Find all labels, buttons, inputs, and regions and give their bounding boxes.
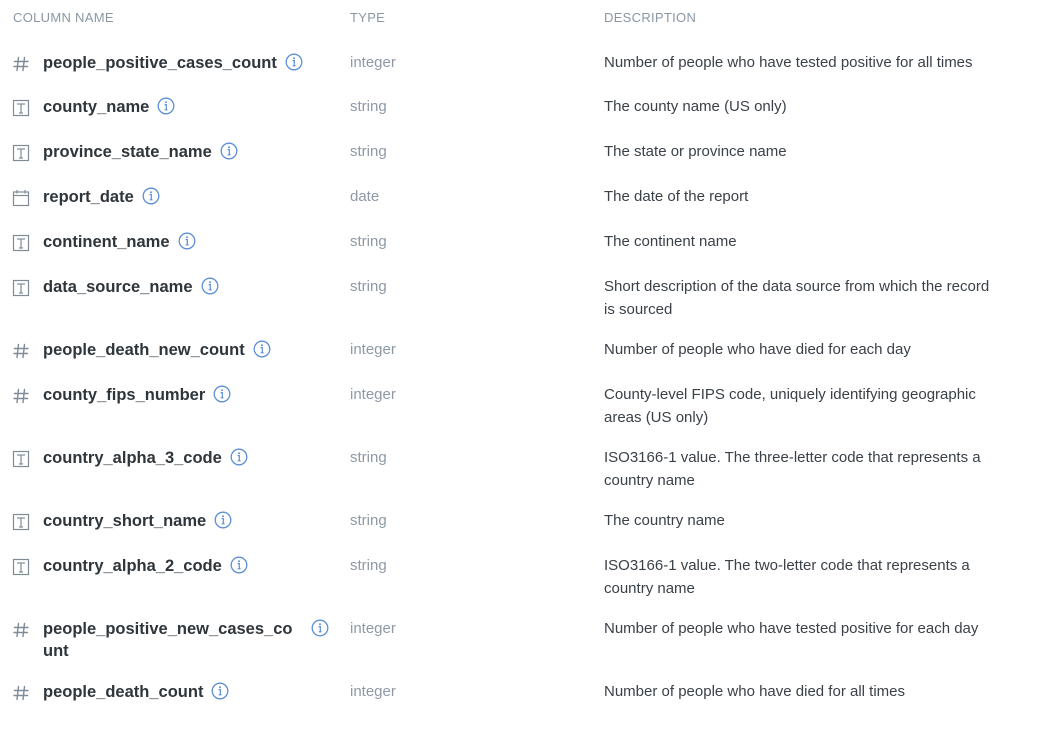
- type-cell: date: [350, 188, 380, 205]
- column-name-text: continent_name: [43, 233, 170, 251]
- description-cell: The date of the report: [604, 188, 749, 205]
- text-icon: [12, 234, 30, 252]
- type-cell: integer: [350, 341, 396, 358]
- info-icon[interactable]: [213, 385, 231, 403]
- column-name-text: people_positive_cases_count: [43, 54, 277, 72]
- description-cell: ISO3166-1 value. The two-letter code tha…: [604, 557, 970, 597]
- table-header: COLUMN NAME TYPE DESCRIPTION: [0, 0, 1041, 34]
- type-cell: integer: [350, 386, 396, 403]
- column-name-cell: report_date: [43, 186, 160, 208]
- column-name-text: report_date: [43, 188, 134, 206]
- description-cell: Number of people who have died for each …: [604, 341, 911, 358]
- type-cell: integer: [350, 620, 396, 637]
- column-name-cell: country_alpha_2_code: [43, 555, 248, 577]
- info-icon[interactable]: [157, 97, 175, 115]
- info-icon[interactable]: [142, 187, 160, 205]
- column-name-text: people_positive_new_cases_count: [43, 620, 293, 660]
- column-name-text: data_source_name: [43, 278, 193, 296]
- column-name-cell: country_alpha_3_code: [43, 447, 248, 469]
- column-name-cell: province_state_name: [43, 141, 238, 163]
- column-name-text: county_name: [43, 98, 150, 116]
- text-icon: [12, 450, 30, 468]
- type-cell: string: [350, 557, 387, 574]
- column-name-text: country_alpha_3_code: [43, 449, 222, 467]
- text-icon: [12, 558, 30, 576]
- column-name-cell: country_short_name: [43, 510, 232, 532]
- column-name-text: province_state_name: [43, 143, 212, 161]
- text-icon: [12, 99, 30, 117]
- type-cell: string: [350, 143, 387, 160]
- description-cell: The state or province name: [604, 143, 787, 160]
- column-name-cell: people_death_count: [43, 681, 229, 703]
- number-icon: [12, 387, 30, 405]
- description-cell: Number of people who have tested positiv…: [604, 54, 973, 71]
- column-name-cell: data_source_name: [43, 276, 219, 298]
- type-cell: string: [350, 512, 387, 529]
- schema-table: COLUMN NAME TYPE DESCRIPTION people_posi…: [0, 0, 1041, 701]
- description-cell: The country name: [604, 512, 725, 529]
- column-name-cell: people_positive_new_cases_count: [43, 618, 329, 662]
- number-icon: [12, 342, 30, 360]
- type-cell: string: [350, 278, 387, 295]
- info-icon[interactable]: [211, 682, 229, 700]
- info-icon[interactable]: [253, 340, 271, 358]
- column-name-cell: county_name: [43, 96, 175, 118]
- description-cell: The county name (US only): [604, 98, 787, 115]
- description-cell: Short description of the data source fro…: [604, 278, 990, 318]
- info-icon[interactable]: [285, 53, 303, 71]
- column-name-header: COLUMN NAME: [13, 10, 114, 25]
- description-cell: Number of people who have died for all t…: [604, 683, 905, 700]
- column-name-cell: county_fips_number: [43, 384, 231, 406]
- number-icon: [12, 621, 30, 639]
- text-icon: [12, 279, 30, 297]
- type-cell: string: [350, 449, 387, 466]
- column-name-text: people_death_new_count: [43, 341, 245, 359]
- text-icon: [12, 513, 30, 531]
- description-cell: County-level FIPS code, uniquely identif…: [604, 386, 976, 426]
- info-icon[interactable]: [220, 142, 238, 160]
- type-header: TYPE: [350, 10, 386, 25]
- type-cell: integer: [350, 54, 396, 71]
- description-header: DESCRIPTION: [604, 10, 697, 25]
- type-cell: string: [350, 98, 387, 115]
- number-icon: [12, 684, 30, 702]
- info-icon[interactable]: [178, 232, 196, 250]
- text-icon: [12, 144, 30, 162]
- info-icon[interactable]: [230, 556, 248, 574]
- column-name-cell: people_death_new_count: [43, 339, 271, 361]
- column-name-text: people_death_count: [43, 683, 204, 701]
- column-name-cell: people_positive_cases_count: [43, 52, 303, 74]
- info-icon[interactable]: [214, 511, 232, 529]
- description-cell: The continent name: [604, 233, 737, 250]
- column-name-text: country_alpha_2_code: [43, 557, 222, 575]
- column-name-cell: continent_name: [43, 231, 196, 253]
- column-name-text: country_short_name: [43, 512, 207, 530]
- description-cell: ISO3166-1 value. The three-letter code t…: [604, 449, 981, 489]
- calendar-icon: [12, 189, 30, 207]
- type-cell: integer: [350, 683, 396, 700]
- info-icon[interactable]: [230, 448, 248, 466]
- number-icon: [12, 55, 30, 73]
- info-icon[interactable]: [201, 277, 219, 295]
- column-name-text: county_fips_number: [43, 386, 206, 404]
- description-cell: Number of people who have tested positiv…: [604, 620, 979, 637]
- info-icon[interactable]: [311, 619, 329, 637]
- type-cell: string: [350, 233, 387, 250]
